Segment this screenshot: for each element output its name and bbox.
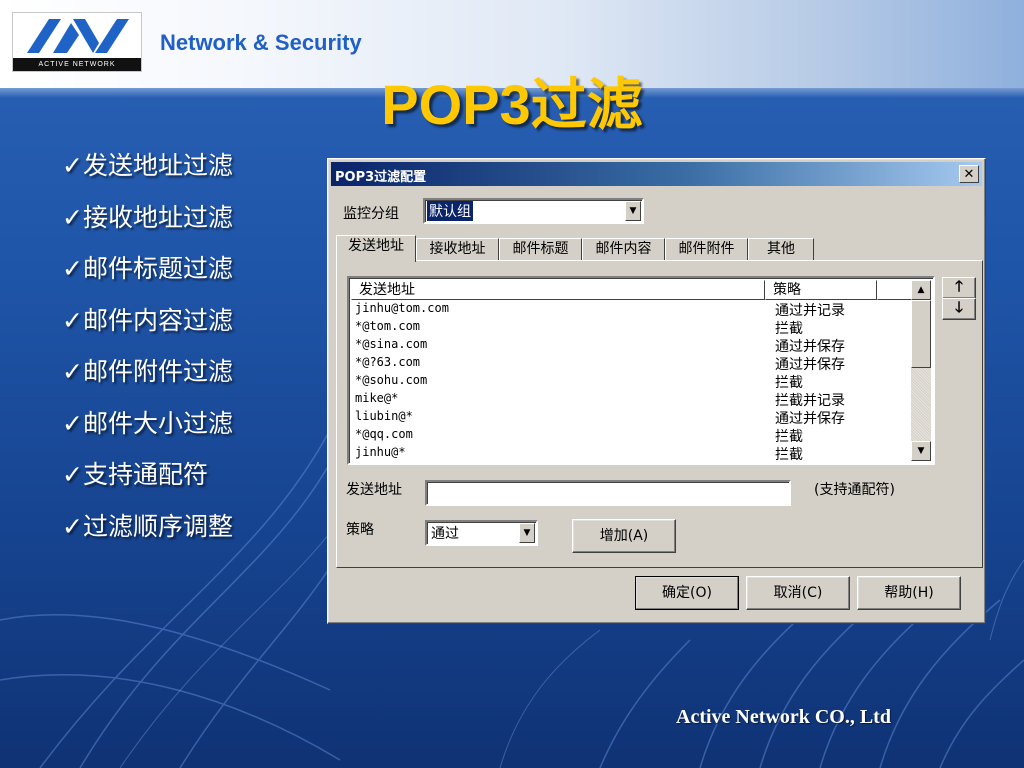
tab-other[interactable]: 其他 <box>748 238 814 260</box>
feature-item: ✓邮件内容过滤 <box>62 305 233 335</box>
list-item[interactable]: *@sina.com 通过并保存 <box>351 336 915 355</box>
address-input[interactable] <box>425 480 791 506</box>
tab-receive-address[interactable]: 接收地址 <box>416 238 499 260</box>
policy-select[interactable]: 通过 ▼ <box>425 520 538 546</box>
tab-mail-content[interactable]: 邮件内容 <box>582 238 665 260</box>
chevron-down-icon[interactable]: ▼ <box>625 201 641 221</box>
scroll-down-icon[interactable]: ▼ <box>911 441 931 461</box>
checkmark-icon: ✓ <box>62 357 83 386</box>
column-header-policy[interactable]: 策略 <box>765 280 877 300</box>
column-header-address[interactable]: 发送地址 <box>351 280 765 300</box>
tab-mail-subject[interactable]: 邮件标题 <box>499 238 582 260</box>
cancel-button[interactable]: 取消(C) <box>746 576 850 610</box>
close-button[interactable]: ✕ <box>959 165 979 183</box>
list-scrollbar[interactable]: ▲ ▼ <box>911 280 931 461</box>
feature-item: ✓发送地址过滤 <box>62 151 233 180</box>
dialog-title: POP3过滤配置 <box>335 170 427 185</box>
list-item[interactable]: jinhu@tom.com 通过并记录 <box>351 300 915 319</box>
feature-item: ✓过滤顺序调整 <box>62 511 233 541</box>
close-icon: ✕ <box>963 166 975 182</box>
help-button[interactable]: 帮助(H) <box>857 576 961 610</box>
feature-item: ✓接收地址过滤 <box>62 202 233 232</box>
policy-label: 策略 <box>346 522 374 538</box>
ok-button[interactable]: 确定(O) <box>635 576 739 610</box>
move-down-button[interactable]: 🡓 <box>942 298 976 320</box>
checkmark-icon: ✓ <box>62 408 83 438</box>
address-label: 发送地址 <box>346 482 402 498</box>
chevron-down-icon[interactable]: ▼ <box>519 523 535 543</box>
brand-tagline: Network & Security <box>160 30 362 55</box>
scroll-up-icon[interactable]: ▲ <box>911 280 931 300</box>
list-item[interactable]: *@qq.com 拦截 <box>351 426 915 445</box>
list-item[interactable]: jinhu@* 拦截 <box>351 444 915 463</box>
pop3-filter-dialog: POP3过滤配置 ✕ 监控分组 默认组 ▼ 发送地址 接收地址 邮件标题 邮件内… <box>327 158 986 624</box>
group-select-value: 默认组 <box>427 201 473 221</box>
list-item[interactable]: *@tom.com 拦截 <box>351 318 915 337</box>
checkmark-icon: ✓ <box>62 151 83 180</box>
group-label: 监控分组 <box>343 206 399 222</box>
feature-item: ✓支持通配符 <box>62 460 208 489</box>
list-rows: jinhu@tom.com 通过并记录 *@tom.com 拦截 *@sina.co… <box>351 300 915 463</box>
address-list[interactable]: 发送地址 策略 jinhu@tom.com 通过并记录 *@tom.com 拦截 *… <box>347 276 935 465</box>
list-item[interactable]: *@sohu.com 拦截 <box>351 372 915 391</box>
checkmark-icon: ✓ <box>62 511 83 541</box>
logo-mark-icon <box>27 19 129 53</box>
feature-list: ✓发送地址过滤 ✓接收地址过滤 ✓邮件标题过滤 ✓邮件内容过滤 ✓邮件附件过滤 … <box>62 144 233 556</box>
feature-item: ✓邮件标题过滤 <box>62 254 233 283</box>
list-item[interactable]: *@?63.com 通过并保存 <box>351 354 915 373</box>
dialog-titlebar[interactable]: POP3过滤配置 ✕ <box>331 162 982 186</box>
footer-company: Active Network CO., Ltd <box>676 706 891 728</box>
add-button[interactable]: 增加(A) <box>572 519 676 553</box>
checkmark-icon: ✓ <box>62 460 83 489</box>
checkmark-icon: ✓ <box>62 202 83 232</box>
tab-send-address[interactable]: 发送地址 <box>336 235 416 262</box>
list-item[interactable]: mike@* 拦截并记录 <box>351 390 915 409</box>
checkmark-icon: ✓ <box>62 305 83 335</box>
group-select[interactable]: 默认组 ▼ <box>423 198 644 224</box>
scroll-thumb[interactable] <box>911 300 931 368</box>
feature-item: ✓邮件附件过滤 <box>62 357 233 386</box>
tab-mail-attachment[interactable]: 邮件附件 <box>665 238 748 260</box>
wildcard-hint: (支持通配符) <box>814 482 895 498</box>
policy-select-value: 通过 <box>431 526 459 542</box>
slide-title: POP3过滤 <box>381 73 643 136</box>
checkmark-icon: ✓ <box>62 254 83 283</box>
arrow-down-icon: 🡓 <box>955 297 963 316</box>
feature-item: ✓邮件大小过滤 <box>62 408 233 438</box>
list-item[interactable]: liubin@* 通过并保存 <box>351 408 915 427</box>
